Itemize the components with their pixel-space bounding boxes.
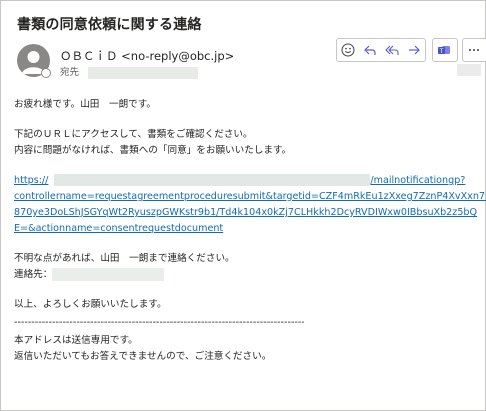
reply-all-icon [385, 45, 399, 55]
emoji-icon [341, 43, 355, 57]
presence-status-icon [41, 68, 51, 78]
instruction-line2: 内容に問題がなければ、書類への「同意」をお願いいたします。 [14, 145, 292, 156]
sender-name[interactable]: ＯＢＣｉＤ <no-reply@obc.jp> [60, 48, 234, 64]
divider-line: ----------------------------------------… [14, 317, 304, 328]
more-icon [463, 39, 485, 61]
reply-icon [364, 45, 376, 55]
instruction-paragraph: 下記のＵＲＬにアクセスして、書類をご確認ください。 内容に問題がなければ、書類へ… [14, 127, 480, 159]
link-line-2[interactable]: controllername=requestagreementprocedure… [14, 191, 486, 202]
email-subject: 書類の同意依頼に関する連絡 [17, 17, 202, 33]
footer-paragraph: 本アドレスは送信専用です。 返信いただいてもお答えできませんので、ご注意ください… [14, 333, 480, 365]
closing-text: 以上、よろしくお願いいたします。 [14, 299, 167, 310]
instruction-line1: 下記のＵＲＬにアクセスして、書類をご確認ください。 [14, 129, 253, 140]
contact-paragraph: 不明な点があれば、山田 一朗まで連絡ください。 連絡先： [14, 251, 480, 283]
link-line-4[interactable]: E=&actionname=consentrequestdocument [14, 223, 223, 234]
forward-icon [409, 45, 420, 55]
email-reading-pane: 書類の同意依頼に関する連絡 ＯＢＣｉＤ <no-reply@obc.jp> 宛先 [0, 0, 486, 411]
footer-line2: 返信いただいてもお答えできませんので、ご注意ください。 [14, 351, 272, 362]
link-prefix[interactable]: https:// [14, 175, 48, 186]
recipient-redacted[interactable] [88, 66, 199, 79]
more-actions-button[interactable] [462, 38, 486, 62]
reply-button[interactable] [359, 39, 381, 61]
greeting-text: お疲れ様です。山田 一朗です。 [14, 99, 156, 110]
reply-all-button[interactable] [381, 39, 403, 61]
emoji-button[interactable] [337, 39, 359, 61]
recipient-row: 宛先 [60, 64, 199, 79]
message-body: お疲れ様です。山田 一朗です。 下記のＵＲＬにアクセスして、書類をご確認ください… [14, 97, 486, 379]
forward-button[interactable] [403, 39, 425, 61]
link-host-redacted[interactable] [54, 174, 371, 186]
request-link[interactable]: https:// /mailnotificationgp? controllern… [14, 173, 486, 237]
footer-line1: 本アドレスは送信専用です。 [14, 335, 138, 346]
date-redacted [457, 64, 481, 76]
contact-label: 連絡先： [14, 269, 53, 280]
svg-text:T: T [439, 48, 444, 55]
link-line-3[interactable]: 870ye3DoLShJSGYqWt2RyuszpGWKstr9b1/Td4k1… [14, 207, 477, 218]
teams-button[interactable]: T [432, 38, 458, 62]
reply-actions-group [336, 38, 426, 62]
link-suffix[interactable]: /mailnotificationgp? [370, 175, 465, 186]
recipient-label: 宛先 [60, 67, 80, 78]
contact-line: 不明な点があれば、山田 一朗まで連絡ください。 [14, 253, 235, 264]
contact-redacted [52, 267, 165, 281]
message-toolbar: T [336, 38, 486, 62]
teams-icon: T [433, 39, 455, 61]
